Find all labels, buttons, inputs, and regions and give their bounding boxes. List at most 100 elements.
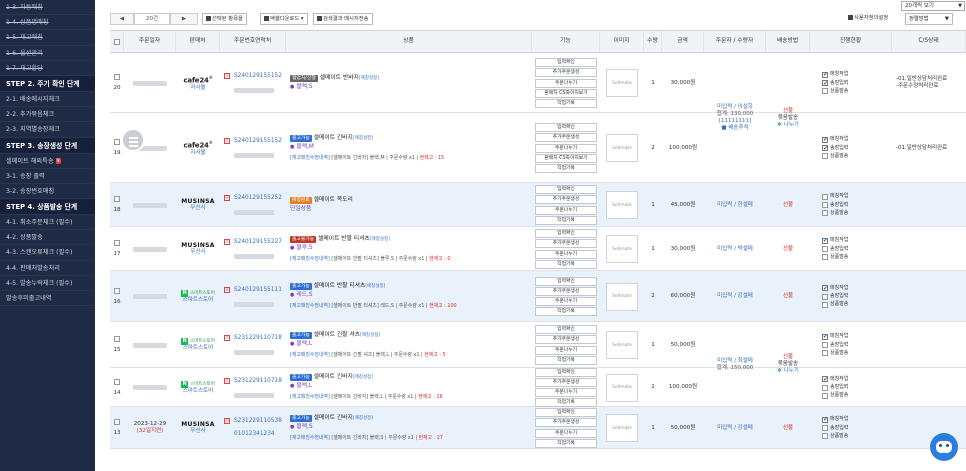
matching-setting-link[interactable]: [매칭설정] [365, 284, 385, 289]
progress-status-item[interactable]: 상품발송 [822, 433, 848, 440]
row-checkbox[interactable] [114, 287, 120, 294]
orderer-receiver[interactable]: 미입력 / 강셀메 [717, 293, 753, 300]
order-number[interactable]: ㄹ S240129155227 [224, 239, 282, 246]
sidebar-item[interactable]: 1-4. 상품명매칭 [0, 15, 95, 31]
function-button[interactable]: 추가주문생성 [535, 418, 597, 428]
search-message-button[interactable]: 검색결과 메시지전송 [313, 13, 373, 25]
progress-status-item[interactable]: 송장입력 [822, 80, 848, 87]
progress-status-checkbox[interactable] [822, 237, 828, 244]
progress-status-item[interactable]: 매칭작업 [822, 237, 848, 244]
matching-setting-link[interactable]: [매칭설정] [353, 416, 373, 421]
stock-match-history-link[interactable]: [재고매칭수정내역] [290, 435, 330, 441]
row-checkbox[interactable] [114, 196, 120, 202]
function-button[interactable]: 추가주문생성 [535, 286, 597, 296]
progress-status-item[interactable]: 송장입력 [822, 145, 848, 152]
progress-status-checkbox[interactable] [822, 333, 828, 340]
product-name[interactable]: 셀메이트 긴바지 [314, 374, 353, 380]
function-button[interactable]: 작업기록 [535, 215, 597, 225]
row-checkbox[interactable] [114, 378, 120, 385]
progress-status-checkbox[interactable] [822, 416, 828, 423]
product-name[interactable]: 셀메이트 반바지 [320, 75, 359, 81]
order-number[interactable]: ㄹ S240129155111 [224, 286, 282, 294]
function-button[interactable]: 작업기록 [535, 98, 597, 108]
function-button[interactable]: 주문나누기 [535, 297, 597, 307]
progress-status-checkbox[interactable] [822, 285, 828, 292]
progress-status-checkbox[interactable] [822, 193, 828, 200]
row-checkbox[interactable] [114, 240, 120, 246]
function-button[interactable]: 입력확인 [535, 185, 597, 195]
matching-setting-link[interactable]: [매칭설정] [353, 375, 373, 380]
product-name[interactable]: 셀메이트 긴팔 셔츠 [314, 332, 360, 338]
progress-status-checkbox[interactable] [822, 202, 828, 208]
function-button[interactable]: 입력확인 [535, 367, 597, 377]
order-number[interactable]: ㄹ S240129155152 [224, 138, 282, 145]
progress-status-checkbox[interactable] [822, 301, 828, 308]
progress-status-item[interactable]: 상품발송 [822, 392, 848, 399]
progress-status-item[interactable]: 상품발송 [822, 153, 848, 160]
sort-select[interactable]: 정렬방법 ▼ [905, 13, 953, 25]
per-page-select[interactable]: 20개씩 보기 ▼ [901, 1, 965, 11]
sidebar-item[interactable]: 1-5. 재고매칭 [0, 30, 95, 46]
orderer-receiver[interactable]: 미입력 / 최셀메 [717, 358, 753, 365]
progress-status-checkbox[interactable] [822, 210, 828, 217]
function-button[interactable]: 입력확인 [535, 58, 597, 68]
progress-status-item[interactable]: 상품발송 [822, 88, 848, 95]
orderer-receiver[interactable]: 미입력 / 강셀메 [717, 425, 753, 432]
select-all-header[interactable] [110, 31, 124, 52]
progress-status-item[interactable]: 매칭작업 [822, 416, 848, 423]
function-button[interactable]: 입력확인 [535, 229, 597, 239]
sidebar-item[interactable]: 3-1. 송장 출력 [0, 169, 95, 184]
product-name[interactable]: 셀메이트 긴바지 [314, 135, 353, 141]
progress-status-checkbox[interactable] [822, 145, 828, 152]
stock-match-history-link[interactable]: [재고매칭수정내역] [290, 394, 330, 400]
progress-status-checkbox[interactable] [822, 254, 828, 261]
progress-status-item[interactable]: 매칭작업 [822, 376, 848, 383]
function-button[interactable]: 판매처 CS화이지보기 [535, 153, 597, 163]
progress-status-checkbox[interactable] [822, 293, 828, 300]
order-number[interactable]: ㄹ S240129155152 [224, 73, 282, 80]
excel-download-button[interactable]: 엑셀다운로드 ▾ [260, 13, 308, 25]
sidebar-item[interactable]: 4-4. 판매처발송처리 [0, 261, 95, 276]
function-button[interactable]: 주문나누기 [535, 428, 597, 438]
progress-status-checkbox[interactable] [822, 136, 828, 143]
sidebar-item[interactable]: 2-1. 배송메시지체크 [0, 92, 95, 108]
sidebar-item[interactable]: 1-3. 자동매칭 [0, 0, 95, 16]
function-button[interactable]: 입력확인 [535, 408, 597, 418]
progress-status-item[interactable]: 상품발송 [822, 210, 848, 217]
progress-status-item[interactable]: 상품발송 [822, 350, 848, 357]
function-button[interactable]: 주문나누기 [535, 345, 597, 355]
progress-status-item[interactable]: 송장입력 [822, 293, 848, 300]
function-button[interactable]: 입력확인 [535, 123, 597, 133]
stock-match-history-link[interactable]: [재고매칭수정내역] [290, 155, 330, 161]
product-name[interactable]: 셀메이트 반팔 티셔츠 [314, 283, 366, 289]
next-page-button[interactable]: ▶ [170, 13, 198, 25]
sidebar-item[interactable]: 셀메이트 해외특송 N [0, 154, 95, 169]
sidebar-item[interactable]: 3-2. 송장번호매칭 [0, 184, 95, 200]
stock-match-history-link[interactable]: [재고매칭수정내역] [290, 303, 330, 309]
progress-status-item[interactable]: 매칭작업 [822, 193, 848, 200]
progress-status-checkbox[interactable] [822, 384, 828, 391]
sidebar-item[interactable]: 1-6. 옵션관리 [0, 46, 95, 61]
progress-status-item[interactable]: 송장입력 [822, 384, 848, 391]
function-button[interactable]: 작업기록 [535, 307, 597, 317]
row-checkbox[interactable] [114, 139, 120, 145]
progress-status-checkbox[interactable] [822, 392, 828, 399]
progress-status-checkbox[interactable] [822, 376, 828, 383]
order-number[interactable]: ㄹ S240129155252 [224, 195, 282, 202]
progress-status-checkbox[interactable] [822, 71, 828, 78]
user-setting-button[interactable]: 사용자정의설정 [845, 13, 891, 25]
row-checkbox[interactable] [114, 74, 120, 80]
progress-status-item[interactable]: 매칭작업 [822, 136, 848, 143]
matching-setting-link[interactable]: [매칭설정] [370, 237, 390, 242]
product-name[interactable]: 셀메이트 목도리 [314, 197, 353, 203]
order-number[interactable]: ㄹ S231229110718 [224, 335, 282, 342]
function-button[interactable]: 주문나누기 [535, 78, 597, 88]
function-button[interactable]: 주문나누기 [535, 143, 597, 153]
matching-setting-link[interactable]: [매칭설정] [353, 136, 373, 141]
stock-match-history-link[interactable]: [재고매칭수정내역] [290, 256, 330, 262]
function-button[interactable]: 주문나누기 [535, 388, 597, 398]
function-button[interactable]: 작업기록 [535, 163, 597, 173]
row-checkbox[interactable] [114, 419, 120, 425]
orderer-receiver[interactable]: 미입력 / 박셀메 [717, 246, 753, 253]
prev-page-button[interactable]: ◀ [110, 13, 134, 25]
